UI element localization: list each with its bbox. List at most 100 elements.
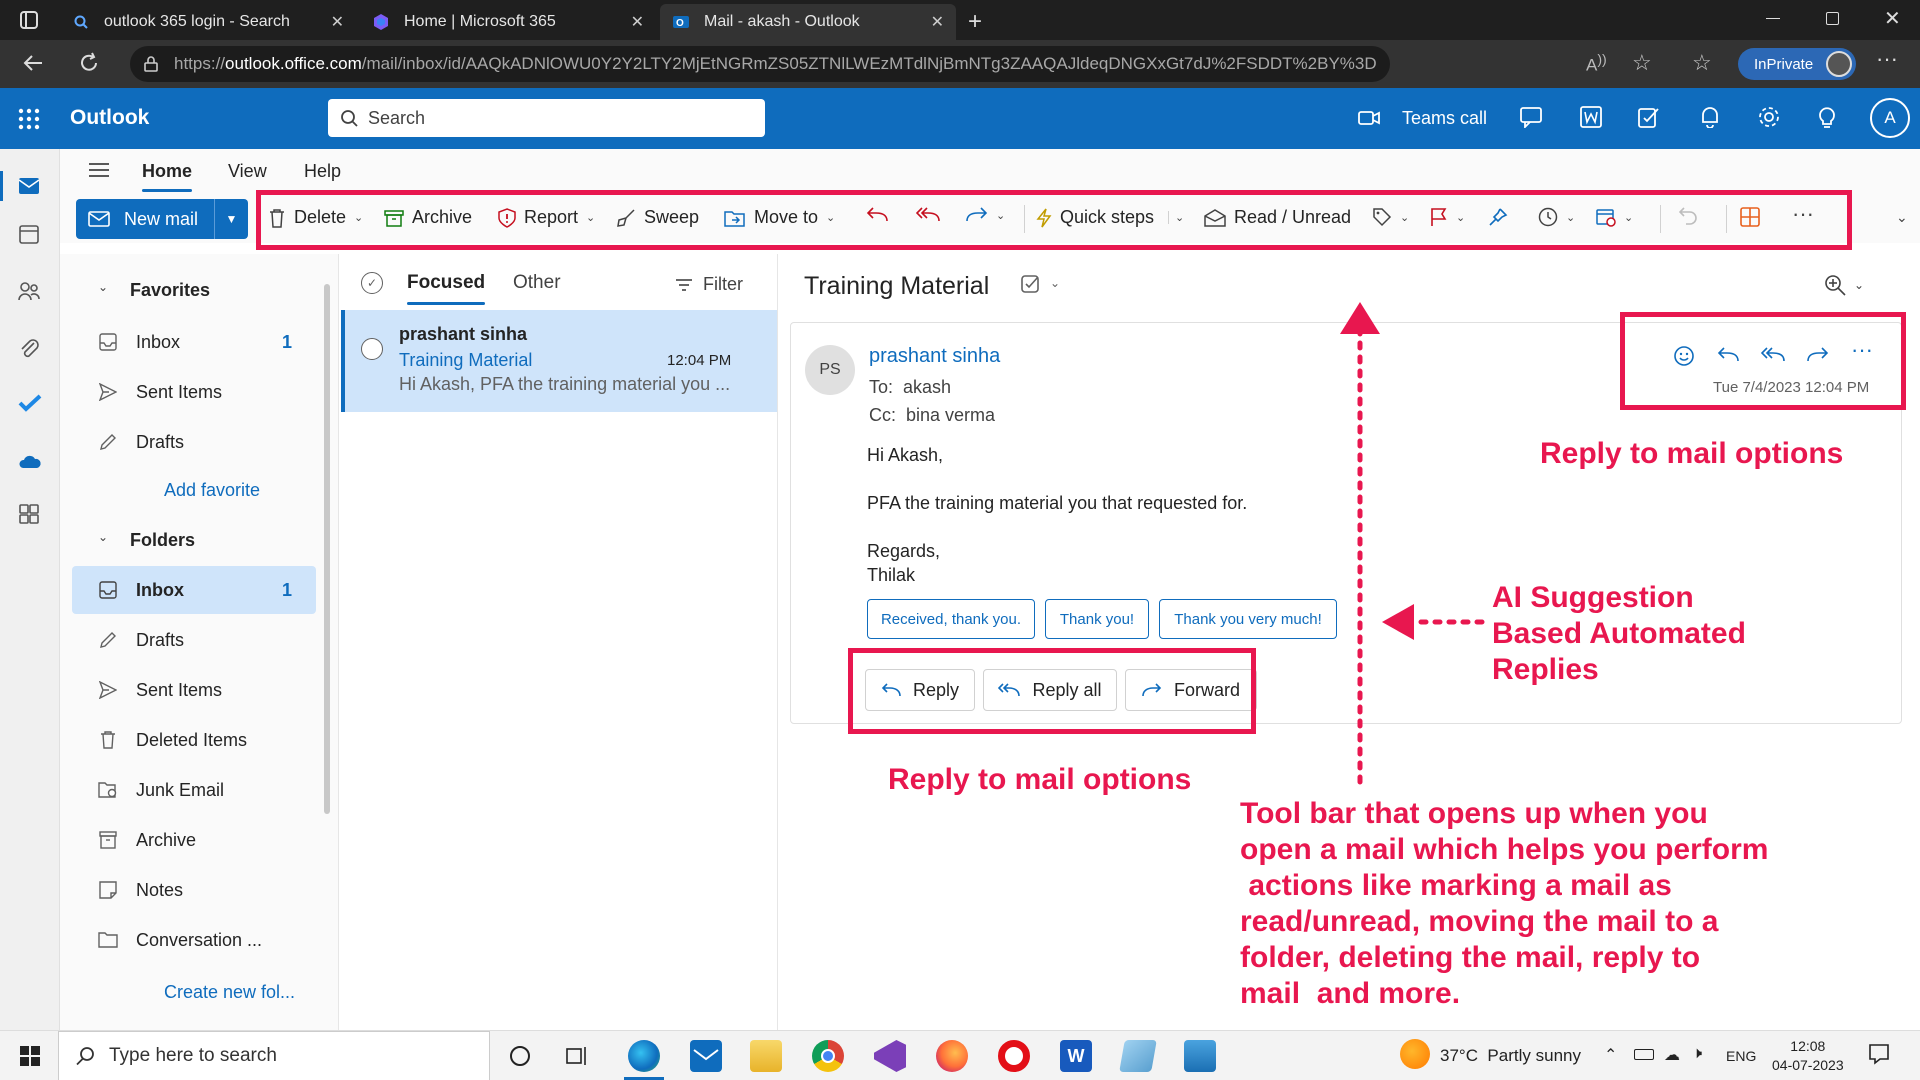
firefox-app-icon[interactable] [936, 1040, 968, 1072]
folders-header[interactable]: Folders [130, 530, 195, 551]
chevron-up-icon[interactable]: ⌃ [1604, 1045, 1617, 1065]
chevron-down-icon[interactable]: ⌄ [1050, 276, 1060, 290]
folder-notes[interactable]: Notes [72, 866, 316, 914]
todo-icon[interactable] [18, 393, 42, 413]
folder-junk-email[interactable]: Junk Email [72, 766, 316, 814]
new-tab-icon[interactable]: + [968, 8, 982, 36]
edge-app-icon[interactable] [628, 1040, 660, 1072]
video-call-icon[interactable] [1358, 110, 1380, 126]
folder-inbox[interactable]: Inbox 1 [72, 566, 316, 614]
read-aloud-icon[interactable]: A)) [1586, 52, 1607, 76]
taskbar-search-input[interactable]: Type here to search [58, 1031, 490, 1080]
cortana-icon[interactable] [510, 1046, 530, 1066]
refresh-icon[interactable] [78, 52, 100, 74]
more-options-icon[interactable]: ··· [1876, 46, 1898, 72]
suggested-reply-2[interactable]: Thank you! [1045, 599, 1149, 639]
chevron-down-icon[interactable]: ⌄ [1854, 278, 1864, 292]
url-field[interactable]: https://outlook.office.com/mail/inbox/id… [130, 46, 1390, 82]
favorite-sent-items[interactable]: Sent Items [72, 368, 316, 416]
back-arrow-icon[interactable] [22, 52, 44, 74]
suggested-reply-3[interactable]: Thank you very much! [1159, 599, 1337, 639]
filter-button[interactable]: Filter [675, 274, 743, 295]
visual-studio-icon[interactable] [874, 1040, 906, 1072]
mail-app-icon[interactable] [690, 1040, 722, 1072]
cc-recipient[interactable]: bina verma [906, 405, 995, 425]
hamburger-menu-icon[interactable] [88, 161, 110, 179]
onedrive-icon[interactable] [18, 453, 42, 469]
tab-microsoft-365[interactable]: Home | Microsoft 365 ✕ [360, 4, 656, 40]
select-all-checkbox[interactable]: ✓ [361, 272, 383, 294]
battery-icon[interactable] [1634, 1049, 1654, 1060]
tasks-icon[interactable] [1638, 106, 1660, 128]
tab-actions-icon[interactable] [20, 11, 38, 29]
summary-icon[interactable]: ⌄ [1020, 272, 1060, 294]
favorite-inbox[interactable]: Inbox 1 [72, 318, 316, 366]
folder-deleted-items[interactable]: Deleted Items [72, 716, 316, 764]
clock[interactable]: 12:08 04-07-2023 [1772, 1037, 1844, 1075]
language-indicator[interactable]: ENG [1726, 1048, 1756, 1064]
weather-icon[interactable] [1400, 1039, 1430, 1069]
new-mail-dropdown[interactable]: ▼ [214, 199, 248, 239]
network-icon[interactable]: ☁ [1664, 1045, 1680, 1065]
weather-text[interactable]: 37°C Partly sunny [1440, 1046, 1581, 1066]
suggested-reply-1[interactable]: Received, thank you. [867, 599, 1035, 639]
folder-archive[interactable]: Archive [72, 816, 316, 864]
zoom-icon[interactable]: ⌄ [1824, 274, 1864, 296]
add-favorite-icon[interactable]: ☆ [1632, 50, 1652, 76]
list-item[interactable]: prashant sinha Training Material 12:04 P… [341, 310, 777, 412]
more-apps-icon[interactable] [18, 503, 40, 525]
app-launcher-icon[interactable] [18, 108, 40, 130]
tab-outlook-mail[interactable]: O Mail - akash - Outlook ✕ [660, 4, 956, 40]
chrome-app-icon[interactable] [812, 1040, 844, 1072]
close-icon[interactable]: ✕ [631, 12, 644, 32]
settings-gear-icon[interactable] [1758, 106, 1780, 128]
favorites-header[interactable]: Favorites [130, 280, 210, 301]
opera-app-icon[interactable] [998, 1040, 1030, 1072]
close-window-icon[interactable]: ✕ [1884, 6, 1901, 31]
avatar[interactable]: A [1870, 98, 1910, 138]
search-input[interactable]: Search [328, 99, 765, 137]
windows-start-icon[interactable] [20, 1046, 40, 1066]
folder-conversation-history[interactable]: Conversation ... [72, 916, 316, 964]
to-recipient[interactable]: akash [903, 377, 951, 397]
bell-icon[interactable] [1700, 106, 1720, 128]
people-icon[interactable] [18, 281, 40, 301]
tab-home[interactable]: Home [142, 161, 193, 192]
create-new-folder-link[interactable]: Create new fol... [164, 982, 295, 1003]
tab-bing-search[interactable]: outlook 365 login - Search ✕ [60, 4, 356, 40]
favorites-chevron-icon[interactable]: ⌄ [98, 280, 108, 294]
tab-help[interactable]: Help [304, 161, 341, 182]
word-app-icon[interactable]: W [1060, 1040, 1092, 1072]
add-favorite-link[interactable]: Add favorite [164, 480, 260, 501]
notepad-app-icon[interactable] [1119, 1040, 1157, 1072]
message-select-radio[interactable] [361, 338, 383, 360]
sender-avatar[interactable]: PS [805, 345, 855, 395]
tab-view[interactable]: View [228, 161, 267, 182]
sender-name[interactable]: prashant sinha [869, 345, 1000, 368]
folder-scrollbar[interactable] [324, 284, 330, 814]
volume-muted-icon[interactable]: 🕨 [1692, 1045, 1702, 1063]
new-mail-button[interactable]: New mail ▼ [76, 199, 248, 239]
favorites-icon[interactable]: ☆ [1692, 50, 1712, 76]
tab-other[interactable]: Other [513, 272, 561, 294]
chat-icon[interactable] [1520, 106, 1542, 128]
mail-icon[interactable] [18, 177, 40, 195]
ribbon-collapse-icon[interactable]: ⌄ [1896, 209, 1908, 226]
minimize-icon[interactable] [1766, 18, 1780, 19]
file-explorer-icon[interactable] [750, 1040, 782, 1072]
close-icon[interactable]: ✕ [331, 12, 344, 32]
calendar-icon[interactable] [18, 223, 40, 245]
close-icon[interactable]: ✕ [931, 12, 944, 32]
task-view-icon[interactable] [566, 1046, 588, 1066]
word-icon[interactable] [1580, 106, 1602, 128]
favorite-drafts[interactable]: Drafts [72, 418, 316, 466]
folder-drafts[interactable]: Drafts [72, 616, 316, 664]
lightbulb-icon[interactable] [1818, 106, 1836, 128]
attachment-icon[interactable] [18, 337, 40, 359]
teams-call-button[interactable]: Teams call [1402, 108, 1487, 129]
photos-app-icon[interactable] [1184, 1040, 1216, 1072]
folders-chevron-icon[interactable]: ⌄ [98, 530, 108, 544]
inprivate-button[interactable]: InPrivate [1738, 48, 1856, 80]
notifications-icon[interactable] [1868, 1043, 1890, 1065]
tab-focused[interactable]: Focused [407, 272, 486, 305]
